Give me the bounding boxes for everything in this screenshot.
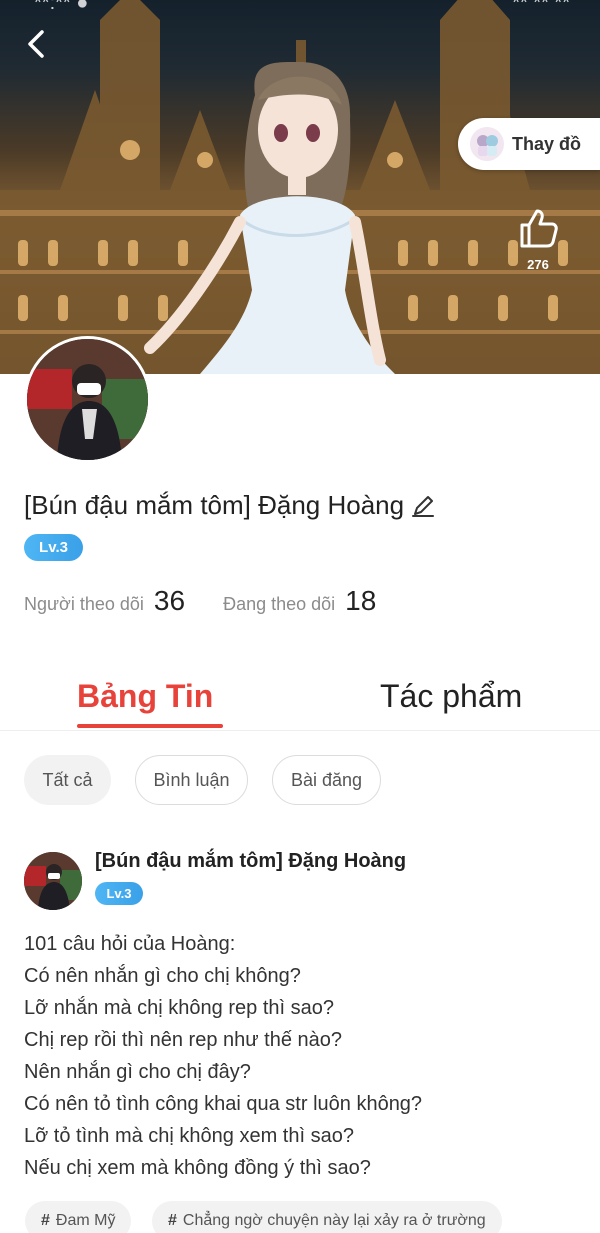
following-count[interactable]: 18 [345,585,376,617]
hashtag-icon: # [41,1212,50,1229]
post-line: Lỡ nhắn mà chị không rep thì sao? [24,997,334,1019]
filter-all-chip[interactable]: Tất cả [24,755,111,805]
tab-works[interactable]: Tác phẩm [380,678,522,715]
post-tag[interactable]: # Chẳng ngờ chuyện này lại xảy ra ở trườ… [152,1201,502,1233]
profile-banner: **:** ● ** ** ** Thay đồ 276 [0,0,600,374]
chevron-left-icon [28,30,44,58]
filter-comments-chip[interactable]: Bình luận [135,755,248,805]
change-outfit-button[interactable]: Thay đồ [458,118,600,170]
post-tag-label: Đam Mỹ [55,1212,116,1229]
profile-avatar[interactable] [24,336,151,463]
followers-label[interactable]: Người theo dõi [24,594,144,615]
thumbs-up-icon [520,209,558,248]
hashtag-icon: # [168,1212,177,1229]
tab-news-feed[interactable]: Bảng Tin [77,678,213,715]
like-count: 276 [527,257,549,272]
post-line: Nên nhắn gì cho chị đây? [24,1061,251,1083]
post-content[interactable]: 101 câu hỏi của Hoàng: Có nên nhắn gì ch… [24,928,584,1184]
banner-background-image [0,0,600,374]
post-line: Nếu chị xem mà không đồng ý thì sao? [24,1157,371,1179]
post-line: 101 câu hỏi của Hoàng: [24,933,236,955]
level-badge: Lv.3 [24,534,83,561]
back-button[interactable] [18,26,54,62]
post-line: Có nên tỏ tình công khai qua str luôn kh… [24,1093,423,1115]
active-tab-indicator [77,724,223,728]
profile-name: [Bún đậu mắm tôm] Đặng Hoàng [24,490,405,520]
following-label[interactable]: Đang theo dõi [223,594,335,615]
post-level-badge: Lv.3 [95,882,143,905]
profile-name-row: [Bún đậu mắm tôm] Đặng Hoàng [24,490,436,521]
change-outfit-label: Thay đồ [512,133,582,154]
status-bar-right: ** ** ** [512,0,570,14]
outfit-thumbnail-icon [470,127,504,161]
post-line: Lỡ tỏ tình mà chị không xem thì sao? [24,1125,354,1147]
like-button[interactable]: 276 [510,206,566,272]
post-line: Có nên nhắn gì cho chị không? [24,965,301,987]
post-author-name[interactable]: [Bún đậu mắm tôm] Đặng Hoàng [95,850,406,873]
follow-stats: Người theo dõi 36 Đang theo dõi 18 [24,585,376,617]
profile-tabs: Bảng Tin Tác phẩm [0,678,600,730]
status-bar-left: **:** ● [34,0,89,14]
post-tag-label: Chẳng ngờ chuyện này lại xảy ra ở trường [182,1212,486,1229]
post-tag[interactable]: # Đam Mỹ [25,1201,132,1233]
edit-pencil-icon[interactable] [410,493,436,519]
filter-posts-chip[interactable]: Bài đăng [272,755,381,805]
followers-count[interactable]: 36 [154,585,185,617]
divider [0,730,600,731]
post-author-avatar[interactable] [24,852,82,910]
post-line: Chị rep rồi thì nên rep như thế nào? [24,1029,343,1051]
